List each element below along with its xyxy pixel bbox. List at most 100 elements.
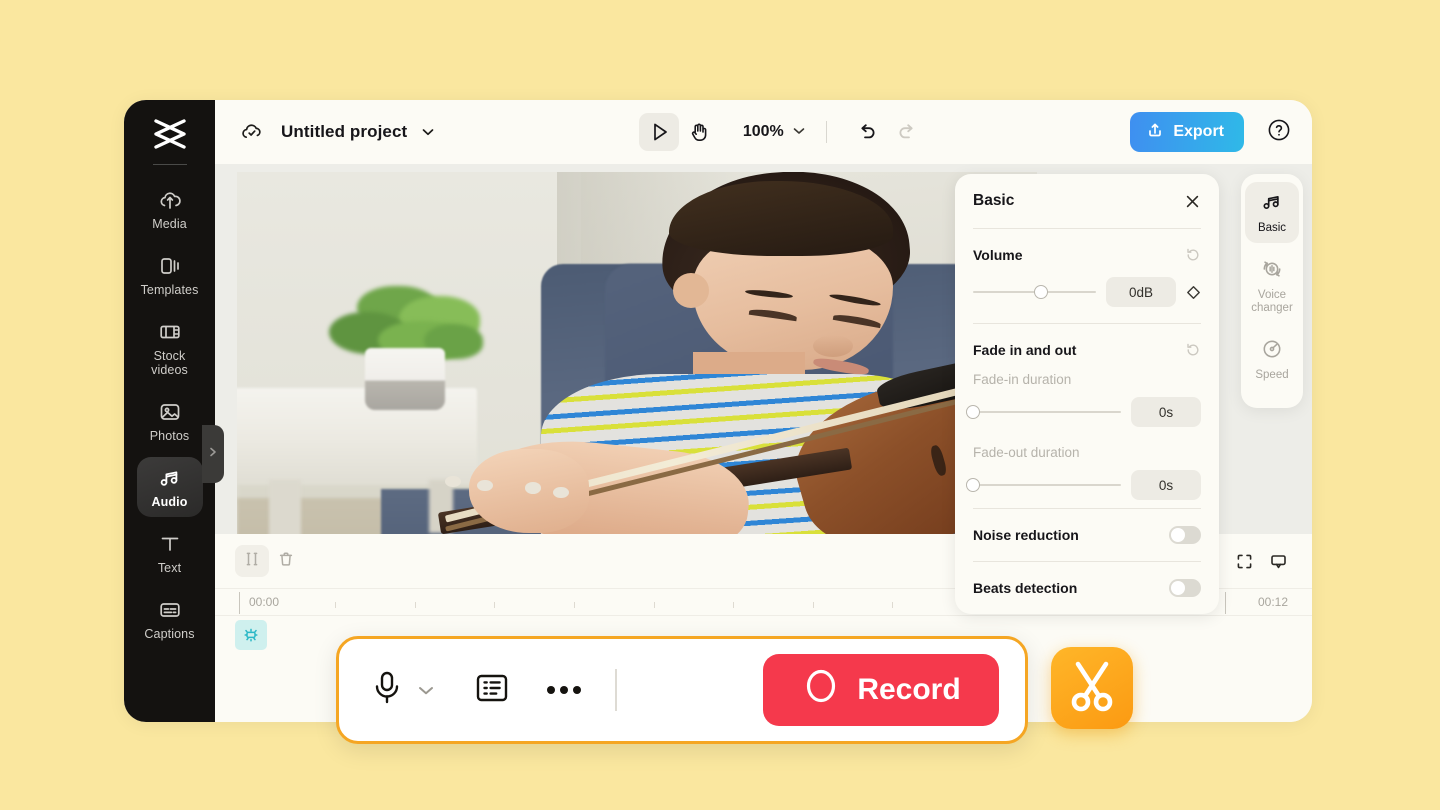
export-button[interactable]: Export (1130, 112, 1244, 152)
fade-out-slider-knob[interactable] (966, 478, 980, 492)
audio-settings-button[interactable] (469, 668, 515, 712)
capcut-logo-icon[interactable] (147, 114, 193, 154)
fade-out-slider-row: 0s (966, 460, 1201, 508)
beats-detection-label: Beats detection (973, 580, 1078, 596)
fade-out-slider-track[interactable] (966, 478, 1121, 492)
fade-in-slider-track[interactable] (966, 405, 1121, 419)
sidebar-item-photos[interactable]: Photos (137, 391, 203, 451)
fade-in-label: Fade-in duration (973, 372, 1072, 387)
fit-screen-button[interactable] (1230, 547, 1258, 575)
fade-out-value-input[interactable]: 0s (1131, 470, 1201, 500)
volume-value-input[interactable]: 0dB (1106, 277, 1176, 307)
toolbar-separator (825, 121, 827, 143)
speedometer-icon (1261, 338, 1283, 365)
chevron-right-icon (207, 445, 219, 464)
violin-peg (525, 482, 541, 494)
noise-reduction-toggle[interactable] (1169, 526, 1201, 544)
cloud-check-icon[interactable] (239, 119, 265, 145)
record-circle-icon (801, 666, 841, 714)
subject-nose (813, 334, 853, 357)
export-button-label: Export (1173, 123, 1224, 140)
help-button[interactable] (1262, 115, 1296, 149)
noise-reduction-row: Noise reduction (973, 509, 1201, 561)
sidebar-item-stock-videos[interactable]: Stock videos (137, 311, 203, 385)
fade-out-label: Fade-out duration (973, 445, 1080, 460)
undo-button[interactable] (847, 113, 887, 151)
scene-plant-pot (365, 348, 445, 410)
beats-detection-row: Beats detection (973, 562, 1201, 614)
project-title[interactable]: Untitled project (281, 122, 407, 142)
microphone-icon (370, 670, 404, 711)
share-upload-icon (1146, 121, 1164, 144)
app-window: Media Templates Stock videos Photos Audi… (124, 100, 1312, 722)
ai-sparkle-icon[interactable] (235, 620, 267, 650)
fade-label: Fade in and out (973, 342, 1077, 358)
sidebar-item-audio[interactable]: Audio (136, 457, 203, 517)
sidebar-item-label: Media (152, 217, 187, 231)
tab-voice-changer[interactable]: Voice changer (1245, 249, 1299, 323)
sidebar-item-label: Templates (140, 283, 199, 297)
sidebar-item-label: Captions (144, 627, 195, 641)
tab-basic-label: Basic (1257, 222, 1287, 234)
fade-in-slider-knob[interactable] (966, 405, 980, 419)
split-clip-icon (243, 550, 261, 573)
microphone-dropdown-chevron-down-icon[interactable] (409, 673, 443, 707)
tab-speed[interactable]: Speed (1245, 329, 1299, 390)
sidebar-item-templates[interactable]: Templates (137, 245, 203, 305)
hand-tool-button[interactable] (679, 113, 719, 151)
templates-icon (158, 254, 182, 278)
more-options-button[interactable] (539, 668, 589, 712)
preview-monitor-button[interactable] (1264, 547, 1292, 575)
panel-title: Basic (973, 192, 1015, 209)
fade-in-value-input[interactable]: 0s (1131, 397, 1201, 427)
cloud-upload-icon (158, 188, 182, 212)
zoom-level-dropdown[interactable]: 100% (743, 123, 806, 141)
fade-in-slider-row: 0s (966, 387, 1201, 431)
properties-tab-rail: Basic Voice changer Speed (1241, 174, 1303, 408)
music-note-icon (158, 466, 182, 490)
fade-reset-icon[interactable] (1185, 342, 1201, 358)
volume-label: Volume (973, 247, 1023, 263)
timeline-playhead[interactable] (239, 592, 240, 614)
trash-icon (277, 550, 295, 573)
tab-basic[interactable]: Basic (1245, 182, 1299, 243)
sidebar-item-text[interactable]: Text (137, 523, 203, 583)
close-icon[interactable] (1184, 193, 1201, 210)
volume-reset-icon[interactable] (1185, 247, 1201, 263)
record-button[interactable]: Record (763, 654, 999, 726)
sidebar-item-label: Photos (149, 429, 190, 443)
select-tool-button[interactable] (638, 113, 679, 151)
timeline-end-time: 00:12 (1257, 595, 1288, 609)
timeline-end-marker (1225, 592, 1226, 614)
timeline-start-time: 00:00 (249, 595, 280, 609)
volume-slider-track[interactable] (973, 285, 1096, 299)
sidebar-divider (152, 164, 187, 165)
question-circle-icon (1266, 117, 1292, 148)
record-bar-separator (615, 669, 617, 711)
sidebar-collapse-button[interactable] (202, 425, 224, 483)
violin-peg (445, 475, 461, 488)
sidebar-item-media[interactable]: Media (137, 179, 203, 239)
sidebar-item-captions[interactable]: Captions (137, 589, 203, 649)
chevron-down-icon (792, 123, 806, 141)
noise-reduction-label: Noise reduction (973, 527, 1079, 543)
scissors-tool-button[interactable] (1051, 647, 1133, 729)
volume-slider-knob[interactable] (1033, 285, 1048, 299)
left-sidebar: Media Templates Stock videos Photos Audi… (124, 100, 215, 722)
redo-button[interactable] (887, 113, 927, 151)
top-toolbar: Untitled project 100% Export (215, 100, 1312, 164)
split-clip-button[interactable] (235, 545, 269, 577)
voice-changer-icon (1261, 258, 1283, 285)
properties-panel-header: Basic (973, 174, 1201, 228)
beats-detection-toggle[interactable] (1169, 579, 1201, 597)
diamond-keyframe-icon[interactable] (1186, 285, 1201, 300)
zoom-level-value: 100% (742, 123, 784, 140)
delete-clip-button[interactable] (269, 545, 303, 577)
scissors-icon (1065, 658, 1119, 719)
microphone-button[interactable] (365, 668, 409, 712)
fade-section-header: Fade in and out (973, 324, 1201, 358)
recording-toolbar: Record (336, 636, 1028, 744)
project-menu-chevron-down-icon[interactable] (421, 127, 435, 137)
volume-slider-row: 0dB (973, 263, 1201, 323)
tab-voice-changer-label: Voice changer (1251, 289, 1293, 314)
